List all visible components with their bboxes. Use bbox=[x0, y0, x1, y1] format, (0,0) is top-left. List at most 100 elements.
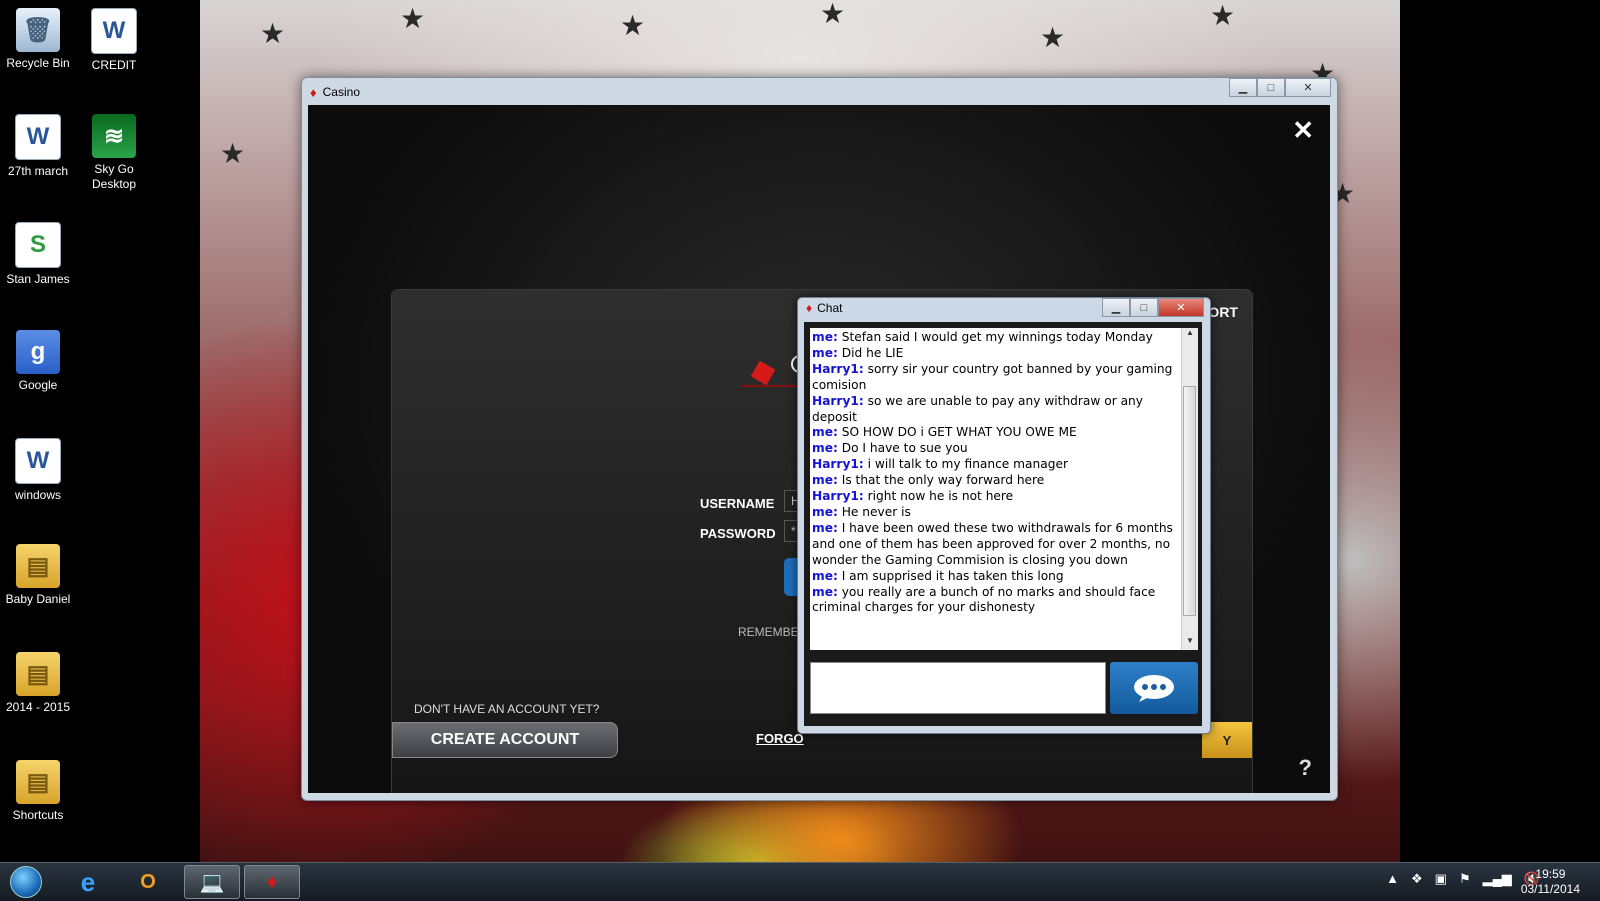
device-icon[interactable]: ▣ bbox=[1435, 871, 1447, 887]
chat-scrollbar[interactable]: ▲ ▼ bbox=[1181, 328, 1198, 650]
minimize-button[interactable]: ▁ bbox=[1229, 78, 1257, 97]
chat-message: me: I am supprised it has taken this lon… bbox=[812, 569, 1178, 585]
desktop-icon-stan-james[interactable]: S Stan James bbox=[0, 222, 76, 287]
create-account-button[interactable]: CREATE ACCOUNT bbox=[392, 722, 618, 758]
folder-icon: ▤ bbox=[16, 544, 60, 588]
chat-window: ♦ Chat ▁ □ ✕ me: Stefan said I would get… bbox=[797, 297, 1211, 734]
chat-message-sender: me: bbox=[812, 520, 838, 535]
chat-message: Harry1: so we are unable to pay any with… bbox=[812, 394, 1178, 426]
scroll-up-icon[interactable]: ▲ bbox=[1182, 328, 1198, 342]
chat-message: Harry1: i will talk to my finance manage… bbox=[812, 457, 1178, 473]
chat-message-text: Stefan said I would get my winnings toda… bbox=[841, 330, 1153, 344]
desktop-icon-google[interactable]: g Google bbox=[0, 330, 76, 393]
username-label: USERNAME bbox=[700, 496, 775, 511]
chat-message-text: i will talk to my finance manager bbox=[867, 457, 1068, 472]
action-center-flag-icon[interactable]: ⚑ bbox=[1459, 871, 1471, 887]
wallpaper-star: ★ bbox=[400, 3, 426, 34]
desktop-icon-credit[interactable]: W CREDIT bbox=[76, 8, 152, 73]
chat-message-sender: Harry1: bbox=[812, 457, 864, 472]
taskbar-laptop-app[interactable]: 💻 bbox=[184, 865, 240, 899]
taskbar-outlook[interactable]: O bbox=[120, 865, 176, 899]
desktop-icon-baby-daniel[interactable]: ▤ Baby Daniel bbox=[0, 544, 76, 607]
chat-app-icon: ♦ bbox=[806, 301, 813, 315]
chat-message-text: I have been owed these two withdrawals f… bbox=[812, 520, 1173, 567]
chat-message: me: you really are a bunch of no marks a… bbox=[812, 585, 1178, 617]
minimize-icon: ▁ bbox=[1111, 302, 1121, 314]
chat-message: me: I have been owed these two withdrawa… bbox=[812, 521, 1178, 569]
start-button[interactable] bbox=[4, 865, 48, 899]
casino-close-icon[interactable]: ✕ bbox=[1292, 115, 1314, 146]
chat-maximize-button[interactable]: □ bbox=[1130, 298, 1158, 317]
desktop-icon-label: Shortcuts bbox=[12, 808, 64, 822]
chat-message: me: Did he LIE bbox=[812, 346, 1178, 362]
desktop-icon-label: 27th march bbox=[7, 164, 69, 178]
chat-message: me: Stefan said I would get my winnings … bbox=[812, 330, 1178, 346]
desktop-icon-label: 2014 - 2015 bbox=[5, 700, 71, 714]
wallpaper-star: ★ bbox=[1040, 22, 1066, 53]
clock-time: 19:59 bbox=[1535, 867, 1566, 881]
remember-me-label[interactable]: REMEMBE bbox=[738, 625, 799, 639]
chat-message-input[interactable] bbox=[810, 662, 1106, 714]
windows-orb-icon bbox=[10, 866, 42, 898]
forgot-password-link[interactable]: FORGO bbox=[756, 731, 804, 746]
desktop-icon-label: Google bbox=[18, 378, 58, 392]
chat-message-text: He never is bbox=[841, 504, 911, 519]
chat-log[interactable]: me: Stefan said I would get my winnings … bbox=[810, 328, 1198, 650]
taskbar: e O 💻 ♦ ▲ ❖ ▣ ⚑ ▂▄▆ 🔇 19:59 03/11/2014 bbox=[0, 862, 1600, 901]
chat-message-sender: Harry1: bbox=[812, 489, 864, 504]
folder-icon: ▤ bbox=[16, 760, 60, 804]
desktop-icon-windows[interactable]: W windows bbox=[0, 438, 76, 503]
chat-window-titlebar[interactable]: ♦ Chat bbox=[806, 301, 842, 315]
casino-card-icon: ♦ bbox=[266, 870, 278, 893]
taskbar-casino-app[interactable]: ♦ bbox=[244, 865, 300, 899]
internet-explorer-icon: e bbox=[80, 866, 96, 897]
word-document-icon: W bbox=[15, 114, 61, 160]
chat-message-sender: me: bbox=[812, 473, 838, 488]
wallpaper-star: ★ bbox=[820, 0, 846, 29]
chat-message: me: SO HOW DO i GET WHAT YOU OWE ME bbox=[812, 425, 1178, 441]
speech-bubble-icon bbox=[1134, 675, 1174, 702]
scroll-thumb[interactable] bbox=[1183, 386, 1196, 616]
chat-close-button[interactable]: ✕ bbox=[1158, 298, 1204, 317]
show-hidden-icons-icon[interactable]: ▲ bbox=[1386, 871, 1399, 887]
minimize-icon: ▁ bbox=[1238, 82, 1248, 94]
word-document-icon: W bbox=[91, 8, 137, 54]
desktop-icon-sky-go[interactable]: ≋ Sky Go Desktop bbox=[76, 114, 152, 192]
send-message-button[interactable] bbox=[1110, 662, 1198, 714]
wallpaper-star: ★ bbox=[220, 138, 246, 169]
chat-message-list: me: Stefan said I would get my winnings … bbox=[810, 328, 1198, 618]
wallpaper-star: ★ bbox=[260, 18, 286, 49]
desktop-icon-recycle-bin[interactable]: 🗑 Recycle Bin bbox=[0, 8, 76, 71]
close-button[interactable]: ✕ bbox=[1285, 78, 1331, 97]
wallpaper-star: ★ bbox=[620, 10, 646, 41]
taskbar-clock[interactable]: 19:59 03/11/2014 bbox=[1521, 867, 1580, 897]
chat-message: Harry1: sorry sir your country got banne… bbox=[812, 362, 1178, 394]
desktop-icon-label: windows bbox=[14, 488, 62, 502]
chat-message: me: He never is bbox=[812, 505, 1178, 521]
chat-minimize-button[interactable]: ▁ bbox=[1102, 298, 1130, 317]
chat-message-sender: me: bbox=[812, 568, 838, 583]
help-icon[interactable]: ? bbox=[1299, 755, 1312, 781]
casino-window-controls: ▁ □ ✕ bbox=[1229, 78, 1331, 97]
desktop-icon-shortcuts[interactable]: ▤ Shortcuts bbox=[0, 760, 76, 823]
taskbar-internet-explorer[interactable]: e bbox=[60, 865, 116, 899]
chat-message: Harry1: right now he is not here bbox=[812, 489, 1178, 505]
chat-message-text: I am supprised it has taken this long bbox=[841, 568, 1064, 583]
scroll-down-icon[interactable]: ▼ bbox=[1182, 636, 1198, 650]
clock-date: 03/11/2014 bbox=[1520, 882, 1580, 896]
desktop-right-area bbox=[1400, 0, 1600, 862]
desktop-icon-label: Sky Go Desktop bbox=[91, 162, 137, 191]
desktop-icon-2014-2015[interactable]: ▤ 2014 - 2015 bbox=[0, 652, 76, 715]
desktop-icon-label: Baby Daniel bbox=[5, 592, 71, 606]
chat-message-sender: Harry1: bbox=[812, 361, 864, 376]
folder-icon: ▤ bbox=[16, 652, 60, 696]
maximize-button[interactable]: □ bbox=[1257, 78, 1285, 97]
desktop-icon-27th-march[interactable]: W 27th march bbox=[0, 114, 76, 179]
network-signal-icon[interactable]: ▂▄▆ bbox=[1483, 871, 1512, 887]
dropbox-icon[interactable]: ❖ bbox=[1411, 871, 1423, 887]
casino-window-titlebar[interactable]: ♦ Casino bbox=[310, 80, 360, 104]
chat-message-text: Did he LIE bbox=[841, 345, 904, 360]
chat-message-sender: me: bbox=[812, 330, 838, 344]
recycle-bin-icon: 🗑 bbox=[16, 8, 60, 52]
chat-message: me: Do I have to sue you bbox=[812, 441, 1178, 457]
